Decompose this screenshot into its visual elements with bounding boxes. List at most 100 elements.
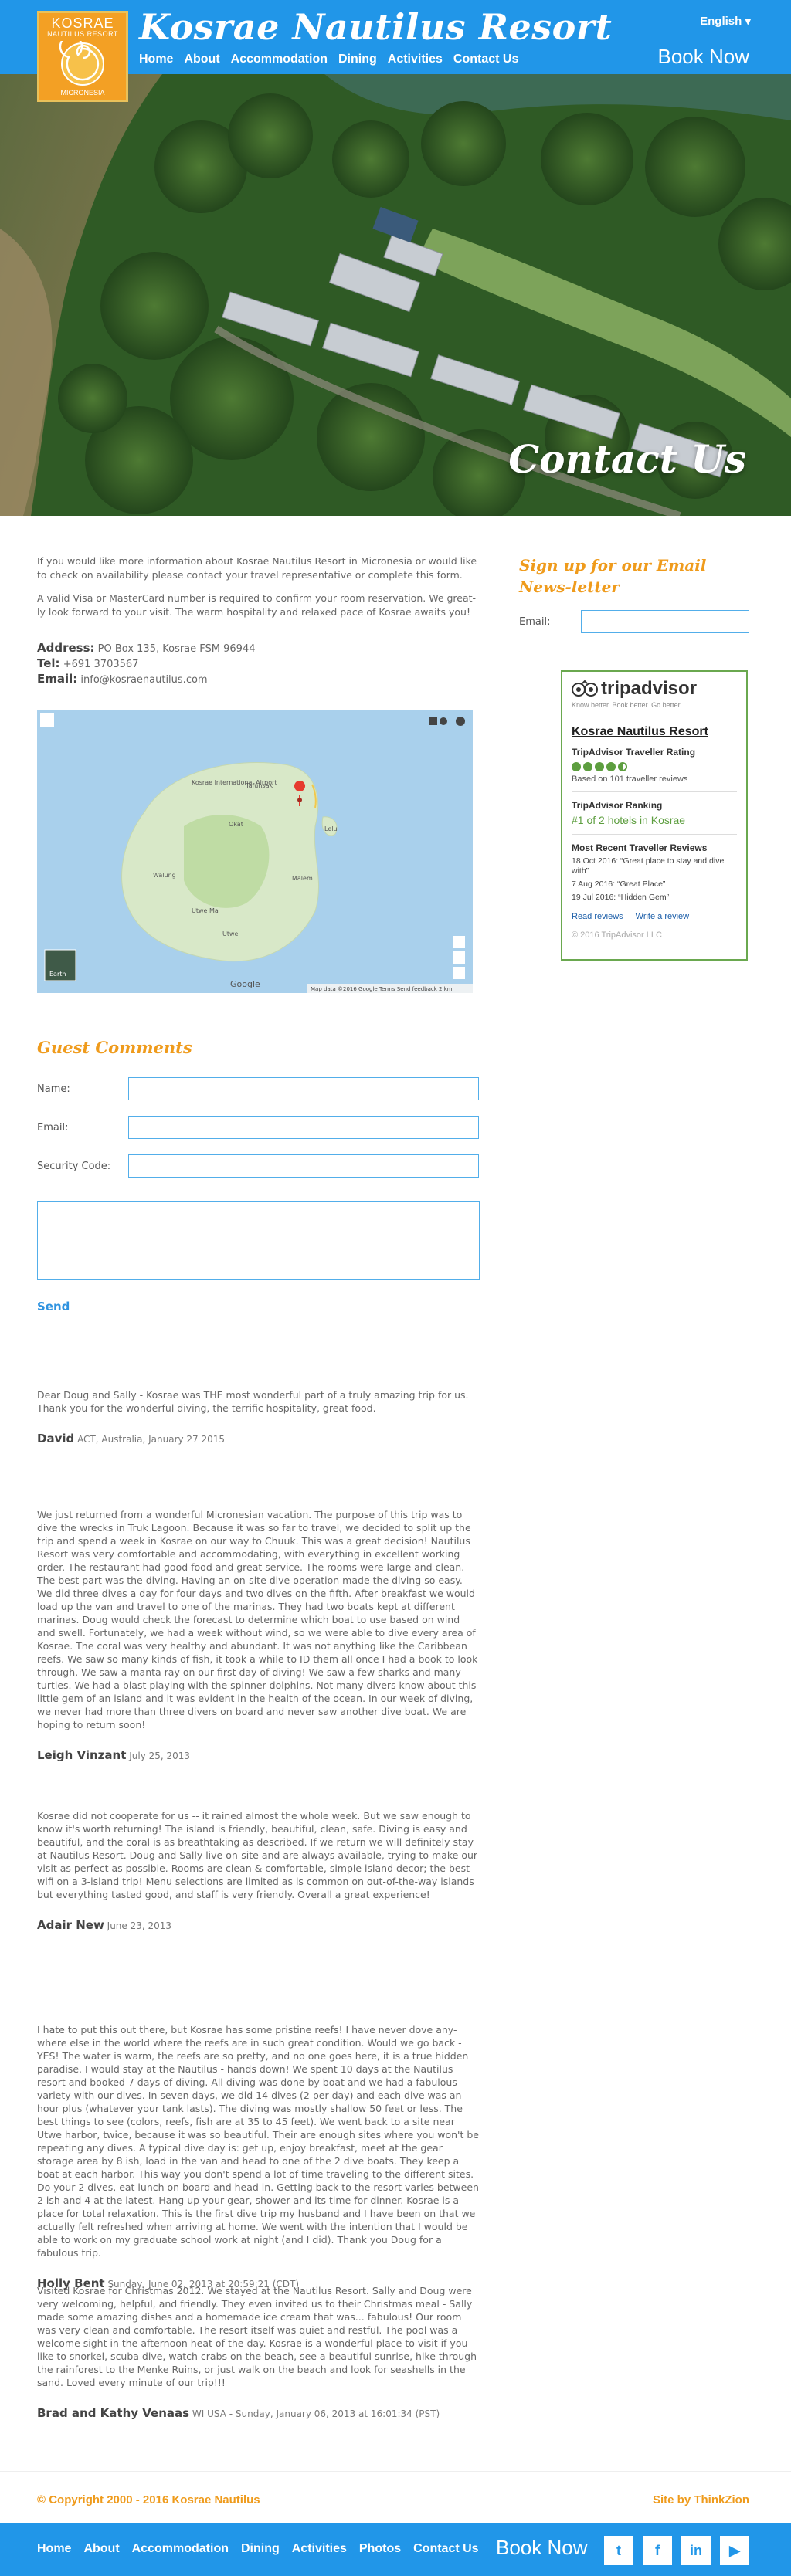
rating-bubble — [606, 762, 616, 771]
address-label: Address: — [37, 641, 95, 655]
footer-nav-home[interactable]: Home — [37, 2542, 71, 2556]
linkedin-icon[interactable]: in — [681, 2536, 711, 2565]
nav-contact-us[interactable]: Contact Us — [453, 53, 518, 66]
name-label: Name: — [37, 1083, 70, 1095]
rating-bubble — [583, 762, 592, 771]
name-input[interactable] — [127, 1077, 479, 1100]
review-item[interactable]: 18 Oct 2016: “Great place to stay and di… — [572, 856, 737, 876]
divider — [572, 791, 737, 792]
map-label-utwe-ma: Utwe Ma — [192, 907, 219, 914]
rating-bubbles — [572, 762, 737, 771]
intro-paragraph-2: A valid Visa or MasterCard number is req… — [37, 592, 477, 618]
map-label-utwe: Utwe — [222, 930, 239, 937]
tripadvisor-logo[interactable]: tripadvisor — [572, 678, 737, 700]
language-label: English — [700, 15, 742, 28]
book-now-button[interactable]: Book Now — [658, 45, 750, 69]
main-nav: Home About Accommodation Dining Activiti… — [139, 53, 529, 66]
map-earth-label: Earth — [49, 971, 66, 978]
intro: If you would like more information about… — [37, 554, 479, 619]
tripadvisor-tagline: Know better. Book better. Go better. — [572, 701, 682, 709]
map-pegman-button[interactable] — [453, 967, 465, 979]
map-location-icon[interactable] — [440, 717, 447, 725]
newsletter-email-input[interactable] — [581, 610, 749, 633]
map-label-walung: Walung — [153, 872, 176, 879]
write-review-link[interactable]: Write a review — [636, 912, 689, 921]
ranking-value: #1 of 2 hotels in Kosrae — [572, 814, 686, 826]
nav-accommodation[interactable]: Accommodation — [231, 53, 328, 66]
map-attribution: Map data ©2016 Google Terms Send feedbac… — [311, 986, 453, 992]
tripadvisor-wordmark: tripadvisor — [601, 678, 698, 699]
tel-value[interactable]: +691 3703567 — [63, 659, 139, 670]
email-label: Email: — [37, 1121, 69, 1134]
rating-heading: TripAdvisor Traveller Rating — [572, 747, 696, 758]
logo-text-top: KOSRAE — [51, 15, 114, 31]
footer-nav-photos[interactable]: Photos — [359, 2542, 401, 2556]
comment-author: David — [37, 1432, 75, 1446]
address-value: PO Box 135, Kosrae FSM 96944 — [97, 643, 256, 655]
map-person-icon[interactable] — [456, 717, 465, 726]
nav-home[interactable]: Home — [139, 53, 173, 66]
resort-logo[interactable]: KOSRAE NAUTILUS RESORT MICRONESIA — [37, 11, 128, 102]
review-item[interactable]: 7 Aug 2016: “Great Place” — [572, 880, 737, 890]
send-button[interactable]: Send — [37, 1300, 479, 1313]
email-row: Email: — [37, 1116, 479, 1139]
language-selector[interactable]: English ▾ — [700, 14, 751, 28]
main-content: If you would like more information about… — [0, 516, 791, 2471]
footer-info: © Copyright 2000 - 2016 Kosrae Nautilus … — [0, 2471, 791, 2523]
comment-item: I hate to put this out there, but Kosrae… — [37, 2023, 479, 2290]
rating-bubble — [572, 762, 581, 771]
tripadvisor-widget: tripadvisor Know better. Book better. Go… — [561, 670, 748, 961]
footer-nav-accommodation[interactable]: Accommodation — [132, 2542, 229, 2556]
map-grid-icon[interactable] — [429, 717, 437, 725]
security-code-input[interactable] — [127, 1154, 479, 1178]
review-item[interactable]: 19 Jul 2016: “Hidden Gem” — [572, 893, 737, 903]
map-fullscreen-button[interactable] — [40, 713, 54, 727]
copyright-text: © Copyright 2000 - 2016 Kosrae Nautilus — [37, 2493, 260, 2507]
owl-icon — [572, 680, 598, 697]
comment-item: Dear Doug and Sally - Kosrae was THE mos… — [37, 1388, 479, 1446]
comment-item: Visited Kosrae for Christmas 2012. We st… — [37, 2284, 479, 2420]
tripadvisor-copyright: © 2016 TripAdvisor LLC — [572, 930, 662, 940]
site-credit-link[interactable]: Site by ThinkZion — [653, 2493, 749, 2507]
map-label-lelu: Lelu — [324, 825, 338, 832]
review-links: Read reviews Write a review — [572, 912, 737, 921]
comment-signature: Leigh Vinzant July 25, 2013 — [37, 1748, 479, 1762]
comment-author: Brad and Kathy Venaas — [37, 2406, 190, 2420]
nav-about[interactable]: About — [184, 53, 219, 66]
footer-nav-about[interactable]: About — [83, 2542, 119, 2556]
youtube-icon[interactable]: ▶ — [720, 2536, 749, 2565]
footer-book-now-button[interactable]: Book Now — [496, 2536, 588, 2560]
map-canvas[interactable]: Kosrae International Airport Tafunsak Ok… — [37, 710, 473, 993]
name-row: Name: — [37, 1077, 479, 1100]
comment-item: Kosrae did not cooperate for us -- it ra… — [37, 1809, 479, 1932]
footer-nav-activities[interactable]: Activities — [292, 2542, 347, 2556]
rating-bubble — [595, 762, 604, 771]
email-value[interactable]: info@kosraenautilus.com — [80, 674, 207, 686]
recent-reviews-heading: Most Recent Traveller Reviews — [572, 842, 708, 853]
nav-dining[interactable]: Dining — [338, 53, 377, 66]
guest-comments-heading: Guest Comments — [37, 1038, 192, 1057]
tripadvisor-hotel-link[interactable]: Kosrae Nautilus Resort — [572, 725, 708, 738]
email-input[interactable] — [127, 1116, 479, 1139]
comment-signature: David ACT, Australia, January 27 2015 — [37, 1432, 479, 1446]
site-header: KOSRAE NAUTILUS RESORT MICRONESIA Kosrae… — [0, 0, 791, 102]
comment-textarea[interactable] — [37, 1201, 480, 1280]
logo-text-sub: NAUTILUS RESORT — [47, 30, 118, 38]
intro-paragraph-1: If you would like more information about… — [37, 555, 477, 581]
nav-activities[interactable]: Activities — [388, 53, 443, 66]
facebook-icon[interactable]: f — [643, 2536, 672, 2565]
google-map[interactable]: Kosrae International Airport Tafunsak Ok… — [37, 710, 473, 993]
contact-details: Address: PO Box 135, Kosrae FSM 96944 Te… — [37, 641, 479, 687]
comment-text: Visited Kosrae for Christmas 2012. We st… — [37, 2285, 477, 2388]
footer-nav-dining[interactable]: Dining — [241, 2542, 280, 2556]
contact-column: If you would like more information about… — [37, 554, 480, 1313]
read-reviews-link[interactable]: Read reviews — [572, 912, 623, 921]
chevron-down-icon: ▾ — [745, 15, 751, 28]
hero-banner: Contact Us — [0, 74, 791, 516]
map-zoom-out-button[interactable] — [453, 951, 465, 964]
map-zoom-in-button[interactable] — [453, 936, 465, 948]
email-label: Email: — [37, 672, 78, 686]
comment-author: Adair New — [37, 1918, 104, 1932]
footer-nav-contact-us[interactable]: Contact Us — [413, 2542, 478, 2556]
twitter-icon[interactable]: t — [604, 2536, 633, 2565]
